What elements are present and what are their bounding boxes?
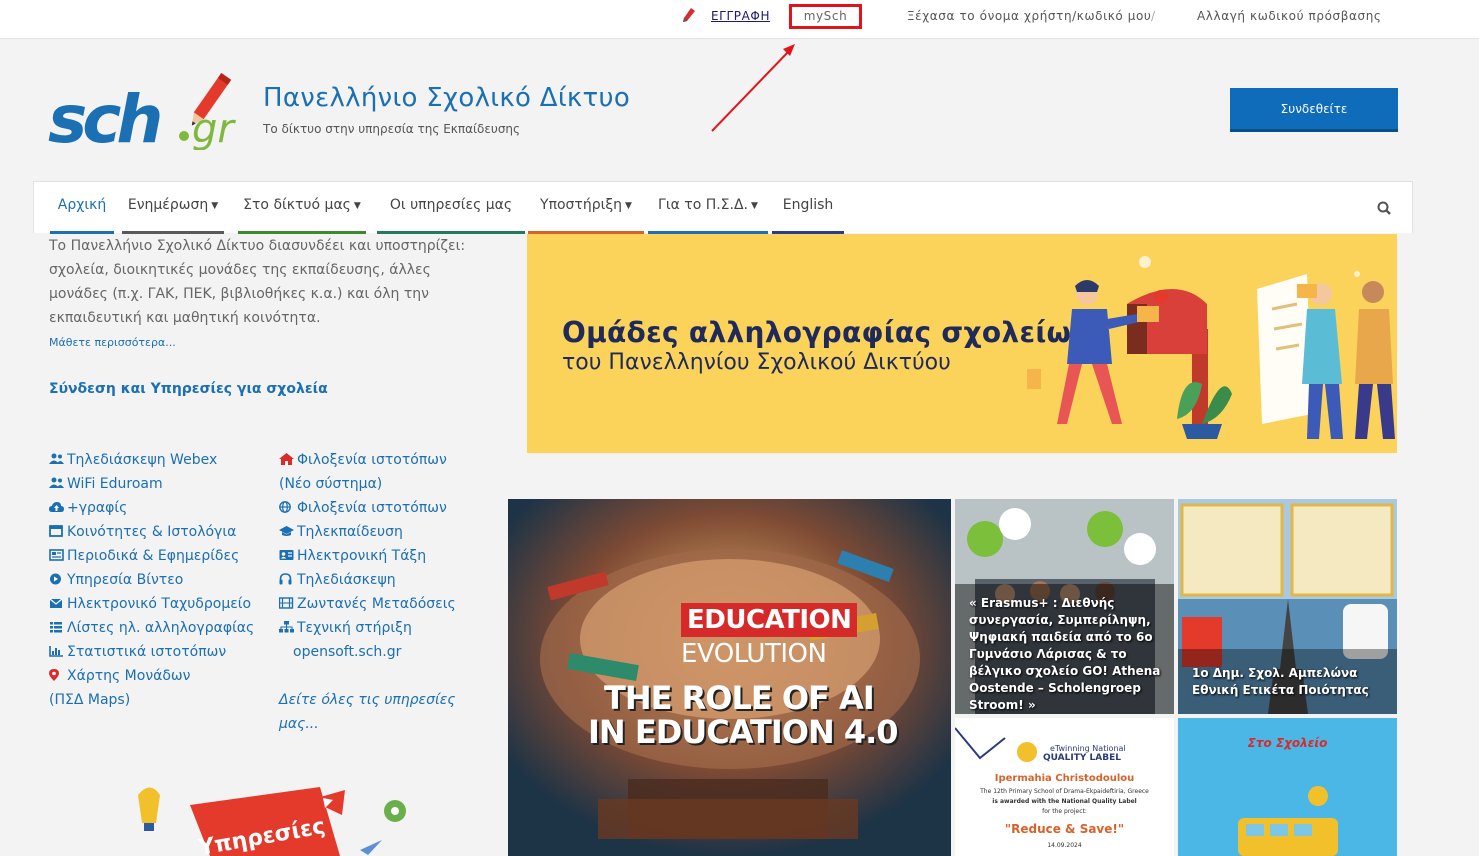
service-teleconference[interactable]: Τηλεδιάσκεψη [279,568,396,592]
site-subtitle: Το δίκτυο στην υπηρεσία της Εκπαίδευσης [263,122,521,136]
cert-label: QUALITY LABEL [1043,753,1121,763]
learn-more-link[interactable]: Μάθετε περισσότερα... [49,336,176,349]
mysch-link[interactable]: mySch [789,4,862,29]
users-icon [49,453,64,464]
headphones-icon [279,573,292,585]
erasmus-caption: « Erasmus+ : Διεθνής συνεργασία, Συμπερί… [969,596,1161,712]
envelope-icon [49,598,63,608]
service-live[interactable]: Ζωντανές Μεταδόσεις [279,592,456,616]
service-map[interactable]: Χάρτης Μονάδων [49,664,190,688]
nav-about[interactable]: Για το Π.Σ.Δ. ▼ [648,182,768,234]
services-title: Σύνδεση και Υπηρεσίες για σχολεία [49,381,328,397]
service-hosting-new[interactable]: Φιλοξενία ιστοτόπων [279,448,447,472]
service-webex[interactable]: Τηλεδιάσκεψη Webex [49,448,217,472]
main-headline-1: THE ROLE OF AI [604,679,875,717]
service-email[interactable]: Ηλεκτρονικό Ταχυδρομείο [49,592,251,616]
nav-about-label: Για το Π.Σ.Δ. [658,197,749,213]
register-link[interactable]: ΕΓΓΡΑΦΗ [711,9,770,23]
home-icon [279,453,294,465]
globe-icon [279,501,291,513]
nav-network[interactable]: Στο δίκτυό μας ▼ [238,182,366,234]
news-tile-school-poster[interactable]: Στο Σχολείο [1178,718,1397,856]
svg-text:sch: sch [48,81,160,150]
nav-home-label: Αρχική [57,197,107,213]
sitemap-icon [279,621,294,633]
service-video[interactable]: Υπηρεσία Βίντεο [49,568,183,592]
banner-title: Ομάδες αλληλογραφίας σχολείων [562,316,1091,349]
news-tile-erasmus[interactable]: « Erasmus+ : Διεθνής συνεργασία, Συμπερί… [955,499,1174,714]
film-icon [279,597,294,609]
main-headline-2: IN EDUCATION 4.0 [588,713,899,751]
cert-project: "Reduce & Save!" [1004,822,1125,836]
service-opensoft[interactable]: opensoft.sch.gr [293,640,401,664]
service-map-sub[interactable]: (ΠΣΔ Maps) [49,688,130,712]
banner-subtitle: του Πανελληνίου Σχολικού Δικτύου [562,350,951,375]
service-hosting-new-sub[interactable]: (Νέο σύστημα) [279,472,382,496]
news-tile-ampelonas[interactable]: 1ο Δημ. Σχολ. Αμπελώνα Εθνική Ετικέτα Πο… [1178,499,1397,714]
graduation-cap-icon [279,526,294,536]
service-magazines[interactable]: Περιοδικά & Εφημερίδες [49,544,239,568]
service-tech-support[interactable]: Τεχνική στήριξη [279,616,412,640]
service-mailing-lists[interactable]: Λίστες ηλ. αλληλογραφίας [49,616,254,640]
search-icon[interactable] [1376,200,1394,218]
nav-support[interactable]: Υποστήριξη ▼ [528,182,644,234]
service-hosting[interactable]: Φιλοξενία ιστοτόπων [279,496,447,520]
cert-for: for the project: [1042,808,1087,815]
mailing-groups-banner[interactable]: Ομάδες αλληλογραφίας σχολείων του Πανελλ… [527,234,1397,453]
main-nav: Αρχική Ενημέρωση ▼ Στο δίκτυό μας ▼ Οι υπη… [33,181,1413,234]
service-eclass[interactable]: Ηλεκτρονική Τάξη [279,544,426,568]
nav-news-label: Ενημέρωση [127,197,209,213]
nav-english[interactable]: English [772,182,844,234]
main-badge: EDUCATION [681,603,858,637]
service-grafis[interactable]: +γραφίς [49,496,127,520]
id-card-icon [279,550,294,560]
service-statistics[interactable]: Στατιστικά ιστοτόπων [49,640,226,664]
site-title: Πανελλήνιο Σχολικό Δίκτυο [263,83,631,113]
cloud-upload-icon [49,502,64,512]
cert-date: 14.09.2024 [1047,842,1082,849]
bar-chart-icon [49,646,63,657]
window-icon [49,525,63,537]
nav-english-label: English [782,197,834,213]
newspaper-icon [49,549,64,561]
change-password-link[interactable]: Αλλαγή κωδικού πρόσβασης [1197,9,1382,23]
caret-down-icon: ▼ [751,201,758,211]
nav-network-label: Στο δίκτυό μας [243,197,351,213]
caret-down-icon: ▼ [625,201,632,211]
play-circle-icon [50,573,61,585]
mailbox-illustration [1027,256,1395,439]
sch-gr-logo[interactable]: sch gr [46,72,252,150]
nav-services[interactable]: Οι υπηρεσίες μας [377,182,525,234]
poster-title: Στο Σχολείο [1247,736,1328,750]
nav-services-label: Οι υπηρεσίες μας [389,197,513,213]
connect-button[interactable]: Συνδεθείτε [1230,88,1398,132]
top-separator: / [1151,9,1156,23]
intro-text: Το Πανελλήνιο Σχολικό Δίκτυο διασυνδέει … [49,238,466,326]
cert-award: is awarded with the National Quality Lab… [992,798,1137,805]
nav-news[interactable]: Ενημέρωση ▼ [122,182,224,234]
service-eduroam[interactable]: WiFi Eduroam [49,472,163,496]
news-tile-quality-label[interactable]: eTwinning National QUALITY LABEL Ipermah… [955,718,1174,856]
services-promo[interactable]: Υπηρεσίες [120,775,420,856]
list-icon [50,622,62,633]
service-elearning[interactable]: Τηλεκπαίδευση [279,520,403,544]
all-services-link[interactable]: Δείτε όλες τις υπηρεσίες μας... [279,688,456,736]
annotation-arrow [711,44,795,132]
users-icon [49,477,64,488]
forgot-credentials-link[interactable]: Ξέχασα το όνομα χρήστη/κωδικό μου [907,9,1151,23]
nav-home[interactable]: Αρχική [50,182,114,234]
caret-down-icon: ▼ [211,201,219,211]
cert-name: Ipermahia Christodoulou [994,773,1135,784]
cert-twinning: eTwinning National [1050,744,1126,753]
map-marker-icon [49,669,59,681]
main-badge-sub: EVOLUTION [681,639,827,669]
cert-school: The 12th Primary School of Drama-Ekpaide… [980,788,1149,795]
nav-support-label: Υποστήριξη [540,197,623,213]
service-blogs[interactable]: Κοινότητες & Ιστολόγια [49,520,236,544]
ampelonas-caption: 1ο Δημ. Σχολ. Αμπελώνα Εθνική Ετικέτα Πο… [1192,666,1369,697]
pencil-icon [683,8,695,22]
caret-down-icon: ▼ [353,201,361,211]
news-main-article[interactable]: EDUCATION EVOLUTION THE ROLE OF AI IN ED… [508,499,951,856]
ai-education-artwork [508,499,951,856]
